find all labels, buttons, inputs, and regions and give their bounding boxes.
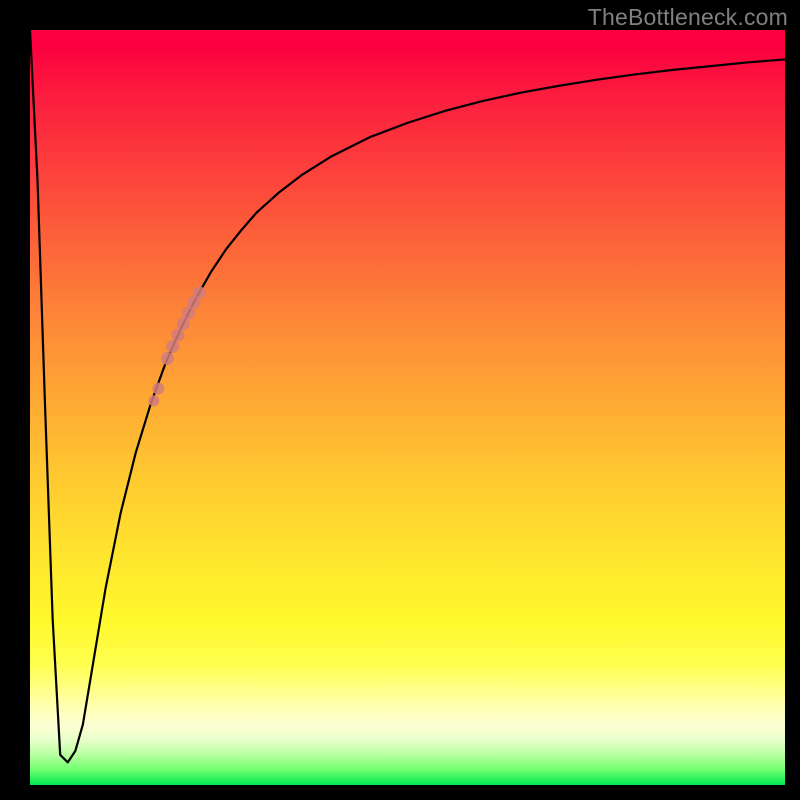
highlight-marker: [148, 395, 159, 406]
highlight-marker: [166, 340, 179, 353]
bottleneck-curve: [30, 30, 785, 762]
plot-area: [30, 30, 785, 785]
highlight-marker: [171, 329, 184, 342]
watermark-text: TheBottleneck.com: [588, 4, 788, 31]
highlight-marker: [193, 286, 206, 299]
highlight-markers: [148, 286, 205, 406]
highlight-marker: [161, 352, 174, 365]
chart-overlay: [30, 30, 785, 785]
highlight-marker: [152, 383, 164, 395]
chart-frame: TheBottleneck.com: [0, 0, 800, 800]
